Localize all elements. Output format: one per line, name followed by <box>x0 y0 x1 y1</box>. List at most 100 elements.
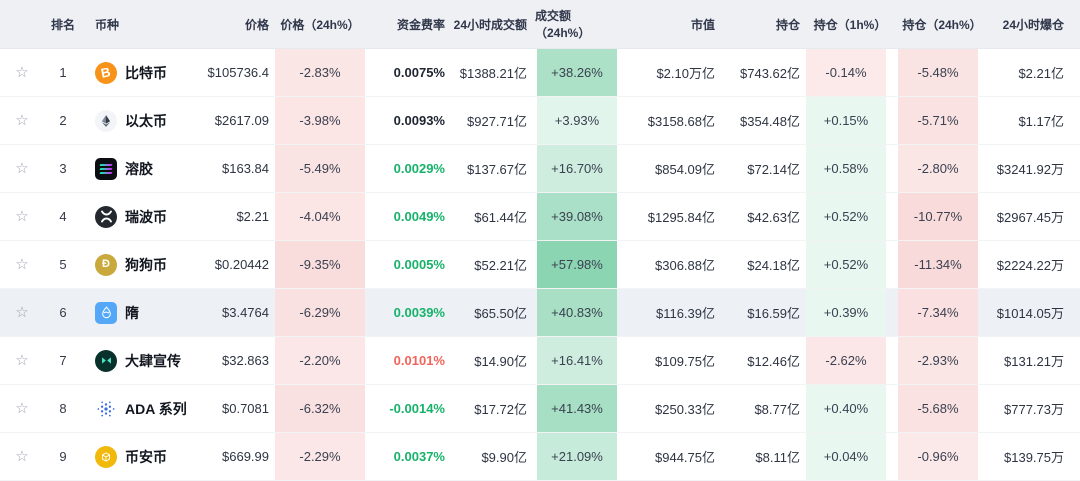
col-header-liq[interactable]: 24小时爆仓 <box>988 0 1080 48</box>
coin-name: 大肆宣传 <box>125 351 181 371</box>
cell-funding: 0.0093% <box>367 97 449 144</box>
cell-rank: 1 <box>44 49 82 96</box>
col-header-star <box>0 0 44 48</box>
col-header-label-oi24h: 持仓（24h%） <box>902 16 981 33</box>
volume-24h-change: +21.09% <box>537 433 617 480</box>
price-24h-change: -2.83% <box>275 49 365 96</box>
table-row[interactable]: ☆7大肆宣传$32.863-2.20%0.0101%$14.90亿+16.41%… <box>0 337 1080 385</box>
cell-coin: ADA 系列 <box>82 385 196 432</box>
volume-24h-value: $137.67亿 <box>467 159 527 178</box>
volume-24h-change: +16.41% <box>537 337 617 384</box>
solana-icon <box>95 158 117 180</box>
cell-oi: $42.63亿 <box>719 193 804 240</box>
market-cap-value: $944.75亿 <box>655 447 715 466</box>
col-header-label-vol24: 成交额（24h%） <box>535 7 619 41</box>
favorite-star-icon[interactable]: ☆ <box>15 113 28 128</box>
funding-rate-value: 0.0093% <box>394 113 445 128</box>
col-header-price[interactable]: 价格 <box>196 0 273 48</box>
price-value: $0.7081 <box>222 401 269 416</box>
cell-vol24: +38.26% <box>535 49 619 96</box>
cell-oi24h: -5.68% <box>896 385 988 432</box>
volume-24h-value: $65.50亿 <box>474 303 527 322</box>
col-header-mcap[interactable]: 市值 <box>619 0 719 48</box>
dogecoin-icon: Ð <box>95 254 117 276</box>
table-row[interactable]: ☆1B比特币$105736.4-2.83%0.0075%$1388.21亿+38… <box>0 49 1080 97</box>
favorite-star-icon[interactable]: ☆ <box>15 449 28 464</box>
cell-mcap: $3158.68亿 <box>619 97 719 144</box>
table-row[interactable]: ☆4瑞波币$2.21-4.04%0.0049%$61.44亿+39.08%$12… <box>0 193 1080 241</box>
price-value: $32.863 <box>222 353 269 368</box>
col-header-vol[interactable]: 24小时成交额 <box>449 0 535 48</box>
cell-price: $2617.09 <box>196 97 273 144</box>
cell-coin: 瑞波币 <box>82 193 196 240</box>
table-row[interactable]: ☆5Ð狗狗币$0.20442-9.35%0.0005%$52.21亿+57.98… <box>0 241 1080 289</box>
cell-oi1h: +0.52% <box>804 193 896 240</box>
favorite-star-icon[interactable]: ☆ <box>15 65 28 80</box>
price-value: $3.4764 <box>222 305 269 320</box>
cell-oi: $24.18亿 <box>719 241 804 288</box>
rank-value: 8 <box>59 401 66 416</box>
cell-coin: 币安币 <box>82 433 196 480</box>
col-header-label-coin: 币种 <box>95 16 119 33</box>
col-header-coin[interactable]: 币种 <box>82 0 196 48</box>
open-interest-1h-change: +0.04% <box>806 433 886 480</box>
favorite-star-icon[interactable]: ☆ <box>15 305 28 320</box>
col-header-vol24[interactable]: 成交额（24h%） <box>535 0 619 48</box>
favorite-star-icon[interactable]: ☆ <box>15 353 28 368</box>
cell-oi1h: +0.40% <box>804 385 896 432</box>
rank-value: 6 <box>59 305 66 320</box>
market-cap-value: $116.39亿 <box>656 303 715 322</box>
volume-24h-value: $927.71亿 <box>467 111 527 130</box>
open-interest-value: $16.59亿 <box>747 303 800 322</box>
cell-oi1h: -2.62% <box>804 337 896 384</box>
col-header-oi24h[interactable]: 持仓（24h%） <box>896 0 988 48</box>
cell-vol24: +16.70% <box>535 145 619 192</box>
rank-value: 7 <box>59 353 66 368</box>
col-header-oi[interactable]: 持仓 <box>719 0 804 48</box>
coin-name: 隋 <box>125 303 139 323</box>
col-header-label-price: 价格 <box>245 16 269 33</box>
favorite-star-icon[interactable]: ☆ <box>15 401 28 416</box>
cell-vol24: +3.93% <box>535 97 619 144</box>
table-row[interactable]: ☆2以太币$2617.09-3.98%0.0093%$927.71亿+3.93%… <box>0 97 1080 145</box>
open-interest-value: $743.62亿 <box>740 63 800 82</box>
table-row[interactable]: ☆8ADA 系列$0.7081-6.32%-0.0014%$17.72亿+41.… <box>0 385 1080 433</box>
open-interest-value: $8.11亿 <box>755 447 800 466</box>
price-24h-change: -9.35% <box>275 241 365 288</box>
table-row[interactable]: ☆6隋$3.4764-6.29%0.0039%$65.50亿+40.83%$11… <box>0 289 1080 337</box>
funding-rate-value: 0.0049% <box>394 209 445 224</box>
table-row[interactable]: ☆9币安币$669.99-2.29%0.0037%$9.90亿+21.09%$9… <box>0 433 1080 481</box>
cell-vol: $61.44亿 <box>449 193 535 240</box>
cell-funding: 0.0101% <box>367 337 449 384</box>
cell-oi24h: -10.77% <box>896 193 988 240</box>
favorite-star-icon[interactable]: ☆ <box>15 161 28 176</box>
open-interest-24h-change: -0.96% <box>898 433 978 480</box>
liquidation-24h-value: $2224.22万 <box>997 255 1064 274</box>
volume-24h-value: $61.44亿 <box>474 207 527 226</box>
rank-value: 1 <box>59 65 66 80</box>
col-header-rank[interactable]: 排名 <box>44 0 82 48</box>
col-header-oi1h[interactable]: 持仓（1h%） <box>804 0 896 48</box>
rank-value: 4 <box>59 209 66 224</box>
cell-vol24: +57.98% <box>535 241 619 288</box>
cell-funding: 0.0029% <box>367 145 449 192</box>
cell-liq: $1014.05万 <box>988 289 1080 336</box>
table-row[interactable]: ☆3溶胶$163.84-5.49%0.0029%$137.67亿+16.70%$… <box>0 145 1080 193</box>
cell-funding: 0.0037% <box>367 433 449 480</box>
liquidation-24h-value: $2.21亿 <box>1018 63 1064 82</box>
cell-star: ☆ <box>0 289 44 336</box>
cell-price: $0.20442 <box>196 241 273 288</box>
cell-coin: 以太币 <box>82 97 196 144</box>
cell-vol24: +40.83% <box>535 289 619 336</box>
cell-oi1h: +0.04% <box>804 433 896 480</box>
favorite-star-icon[interactable]: ☆ <box>15 209 28 224</box>
col-header-funding[interactable]: 资金费率 <box>367 0 449 48</box>
cell-vol: $14.90亿 <box>449 337 535 384</box>
table-header-row: 排名币种价格价格（24h%）资金费率24小时成交额成交额（24h%）市值持仓持仓… <box>0 0 1080 49</box>
volume-24h-value: $17.72亿 <box>474 399 527 418</box>
coin-name: ADA 系列 <box>125 399 187 419</box>
favorite-star-icon[interactable]: ☆ <box>15 257 28 272</box>
cell-oi24h: -2.80% <box>896 145 988 192</box>
open-interest-value: $42.63亿 <box>747 207 800 226</box>
col-header-price24[interactable]: 价格（24h%） <box>273 0 367 48</box>
